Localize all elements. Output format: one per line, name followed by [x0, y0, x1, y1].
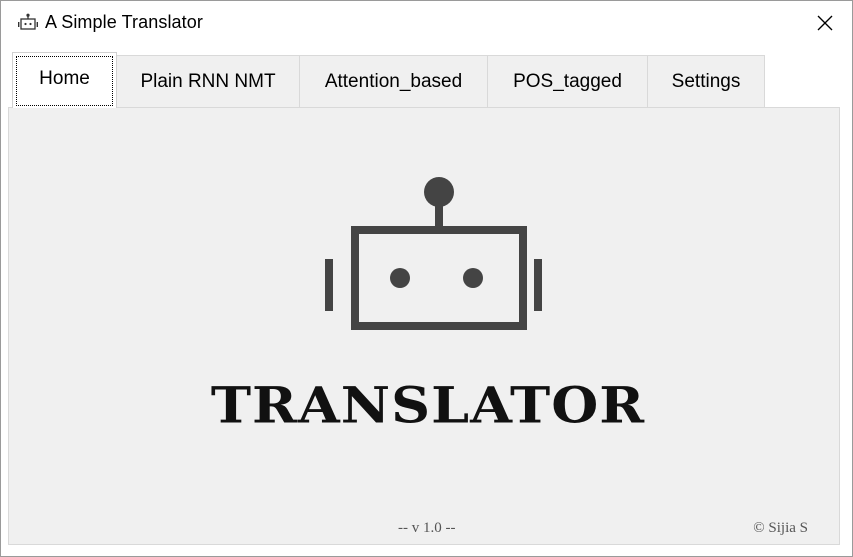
tab-home[interactable]: Home: [12, 52, 117, 108]
tab-attention-based[interactable]: Attention_based: [299, 55, 488, 107]
logo-text: TRANSLATOR: [210, 375, 646, 435]
title-bar: A Simple Translator: [1, 1, 852, 45]
tab-label: Settings: [671, 70, 741, 92]
version-label: -- v 1.0 --: [398, 520, 456, 536]
tab-label: Plain RNN NMT: [140, 70, 276, 92]
home-panel-content: TRANSLATOR -- v 1.0 -- © Sijia S: [12, 111, 836, 541]
tab-strip: Home Plain RNN NMT Attention_based POS_t…: [8, 52, 768, 109]
robot-icon: [325, 177, 542, 330]
tab-label: Home: [39, 67, 90, 89]
close-icon: [817, 15, 833, 31]
tab-label: POS_tagged: [513, 70, 622, 92]
tab-label: Attention_based: [324, 70, 463, 92]
close-button[interactable]: [802, 3, 848, 43]
home-panel: TRANSLATOR -- v 1.0 -- © Sijia S: [8, 107, 840, 545]
tab-plain-rnn-nmt[interactable]: Plain RNN NMT: [116, 55, 300, 107]
window-title: A Simple Translator: [45, 12, 203, 32]
tab-pos-tagged[interactable]: POS_tagged: [487, 55, 648, 107]
robot-icon: [18, 13, 38, 30]
tab-settings[interactable]: Settings: [647, 55, 765, 107]
copyright-label: © Sijia S: [753, 520, 808, 536]
app-window: A Simple Translator Home Plain RNN NMT A…: [0, 0, 853, 557]
